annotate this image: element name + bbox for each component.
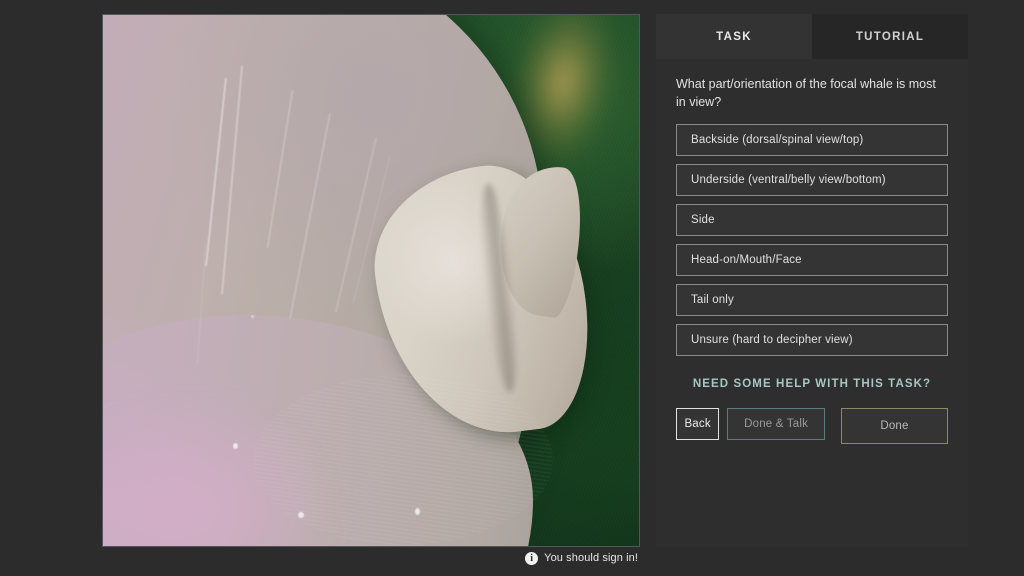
signin-notice[interactable]: i You should sign in!	[0, 547, 640, 569]
panel-tabs: TASK TUTORIAL	[656, 14, 968, 59]
tab-task[interactable]: TASK	[656, 14, 812, 59]
need-help-link[interactable]: NEED SOME HELP WITH THIS TASK?	[676, 378, 948, 390]
skin-speck	[298, 512, 304, 518]
answer-options: Backside (dorsal/spinal view/top) Unders…	[676, 124, 948, 357]
task-panel: TASK TUTORIAL What part/orientation of t…	[656, 14, 968, 547]
skin-speck	[415, 508, 420, 515]
done-button[interactable]: Done	[840, 408, 948, 445]
back-button[interactable]: Back	[676, 408, 720, 441]
option-unsure[interactable]: Unsure (hard to decipher view)	[676, 324, 948, 357]
option-head-on[interactable]: Head-on/Mouth/Face	[676, 244, 948, 277]
option-tail-only[interactable]: Tail only	[676, 284, 948, 317]
whale-photo	[103, 15, 639, 546]
panel-actions: Back Done & Talk Done	[676, 408, 948, 445]
task-panel-body: What part/orientation of the focal whale…	[656, 59, 968, 445]
done-and-talk-button[interactable]: Done & Talk	[727, 408, 825, 441]
tab-tutorial[interactable]: TUTORIAL	[812, 14, 968, 59]
subject-image-viewer[interactable]	[102, 14, 640, 547]
option-underside[interactable]: Underside (ventral/belly view/bottom)	[676, 164, 948, 197]
skin-speck	[233, 443, 238, 449]
skin-ripple-texture	[253, 375, 553, 545]
task-question: What part/orientation of the focal whale…	[676, 77, 936, 110]
skin-speck	[251, 315, 254, 318]
option-side[interactable]: Side	[676, 204, 948, 237]
app-root: i You should sign in! TASK TUTORIAL What…	[0, 0, 1024, 576]
option-backside[interactable]: Backside (dorsal/spinal view/top)	[676, 124, 948, 157]
info-icon: i	[525, 551, 539, 565]
signin-notice-text: You should sign in!	[544, 552, 638, 564]
